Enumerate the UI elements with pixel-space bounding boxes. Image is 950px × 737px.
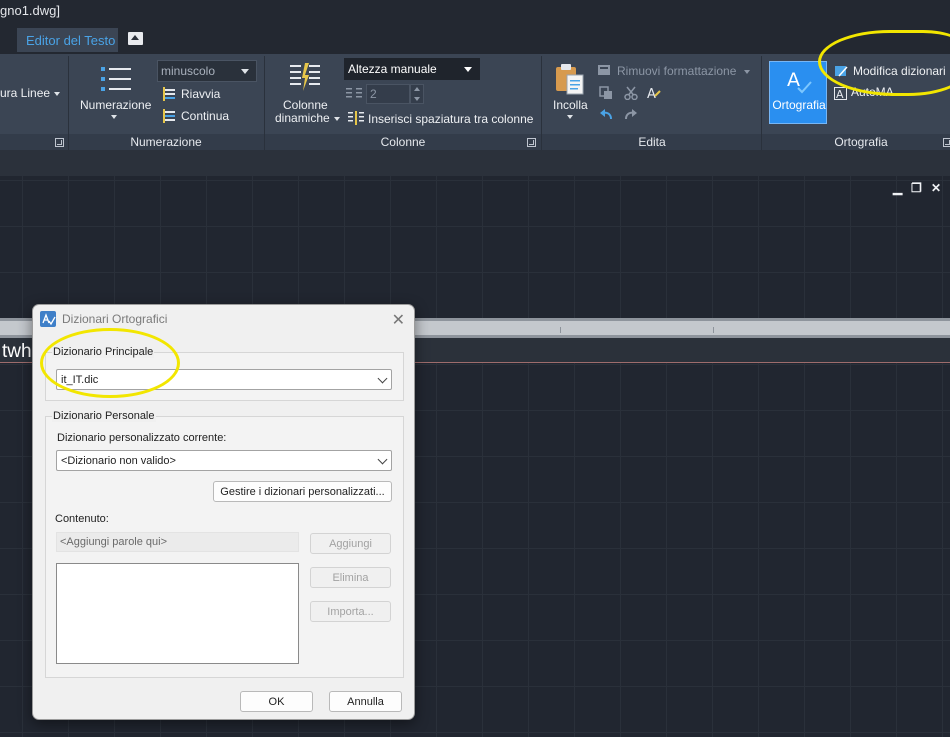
rimuovi-formattazione-button[interactable]: Rimuovi formattazione (617, 64, 751, 78)
chevron-down-icon (377, 373, 388, 384)
window-title: gno1.dwg] (0, 3, 60, 18)
toolbar-strip (0, 150, 950, 176)
automa-icon: A (834, 87, 847, 101)
chevron-down-icon (54, 91, 61, 96)
height-mode-value: Altezza manuale (348, 62, 437, 76)
panel-launcher-icon[interactable] (527, 138, 536, 147)
ortografia-label: Ortografia (772, 98, 826, 112)
remove-formatting-icon (598, 65, 610, 75)
colonne-dinamiche-button[interactable]: dinamiche (275, 111, 340, 125)
linee-button[interactable]: ura Linee (0, 86, 61, 100)
cancel-button[interactable]: Annulla (329, 691, 402, 712)
editor-text: twh (2, 341, 32, 362)
ruler-tick (560, 327, 561, 333)
rimuovi-formattazione-label: Rimuovi formattazione (617, 64, 737, 78)
cut-icon[interactable] (624, 86, 638, 100)
numbered-list-icon (101, 67, 131, 91)
current-dictionary-value: <Dizionario non valido> (61, 455, 176, 467)
spell-check-icon (42, 313, 56, 326)
colonne-dinamiche-label: dinamiche (275, 111, 330, 125)
panel-launcher-icon[interactable] (55, 138, 64, 147)
spell-check-icon: A (787, 69, 812, 94)
tab-editor-del-testo[interactable]: Editor del Testo (17, 28, 118, 52)
dialog-close-icon[interactable]: ✕ (392, 310, 405, 330)
insert-spacing-icon (348, 111, 364, 125)
chevron-down-icon (464, 67, 472, 72)
incolla-button[interactable]: Incolla (553, 98, 588, 112)
ortografia-button[interactable]: A Ortografia (769, 61, 827, 124)
close-icon[interactable]: ✕ (931, 181, 941, 195)
panel-separator (761, 56, 762, 150)
title-bar: gno1.dwg] (0, 0, 950, 24)
continue-numbering-icon (163, 109, 175, 123)
chevron-down-icon (377, 454, 388, 465)
chevron-down-icon[interactable] (111, 115, 117, 119)
personal-dictionary-legend: Dizionario Personale (52, 410, 156, 422)
panel-separator (264, 56, 265, 150)
ribbon-collapse-icon[interactable] (128, 32, 143, 45)
redo-icon[interactable] (624, 108, 638, 122)
inserisci-spaziatura-button[interactable]: Inserisci spaziatura tra colonne (368, 112, 533, 126)
ok-button[interactable]: OK (240, 691, 313, 712)
riavvia-button[interactable]: Riavvia (181, 87, 220, 101)
panel-label-ortografia: Ortografia (834, 135, 888, 149)
dialog-app-icon (40, 311, 56, 327)
continua-button[interactable]: Continua (181, 109, 229, 123)
chevron-down-icon (241, 69, 249, 74)
word-list[interactable] (56, 563, 299, 664)
add-word-input[interactable]: <Aggiungi parole qui> (56, 532, 299, 552)
linee-label: ura Linee (0, 86, 51, 100)
height-mode-select[interactable]: Altezza manuale (344, 58, 480, 80)
chevron-down-icon (333, 116, 340, 121)
svg-text:A: A (647, 87, 656, 100)
svg-text:A: A (836, 88, 844, 101)
column-count-icon (346, 88, 362, 98)
case-select-value: minuscolo (161, 64, 216, 78)
ribbon-panel-labels: Numerazione Colonne Edita Ortografia (0, 134, 950, 150)
add-word-button[interactable]: Aggiungi (310, 533, 391, 554)
colonne-button[interactable]: Colonne (283, 98, 328, 112)
panel-label-numerazione: Numerazione (130, 135, 202, 149)
manage-dictionaries-button[interactable]: Gestire i dizionari personalizzati... (213, 481, 392, 502)
columns-icon (290, 63, 320, 91)
paste-icon (556, 64, 584, 95)
chevron-down-icon[interactable] (567, 115, 573, 119)
panel-label-edita: Edita (638, 135, 666, 149)
content-label: Contenuto: (55, 513, 109, 525)
panel-launcher-icon[interactable] (943, 138, 950, 147)
numerazione-button[interactable]: Numerazione (80, 98, 151, 112)
current-dictionary-select[interactable]: <Dizionario non valido> (56, 450, 392, 471)
highlight-circle (40, 328, 180, 398)
undo-icon[interactable] (599, 108, 613, 122)
ruler-tick (713, 327, 714, 333)
minimize-icon[interactable]: ▁ (893, 181, 902, 195)
format-painter-icon[interactable]: A (647, 86, 661, 100)
column-count-input[interactable]: 2 (366, 84, 410, 104)
current-dictionary-label: Dizionario personalizzato corrente: (57, 432, 227, 444)
dialog-title: Dizionari Ortografici (62, 312, 168, 326)
import-button[interactable]: Importa... (310, 601, 391, 622)
svg-text:A: A (787, 69, 800, 91)
case-select[interactable]: minuscolo (157, 60, 257, 82)
copy-icon[interactable] (599, 86, 613, 100)
chevron-down-icon (744, 69, 751, 74)
delete-word-button[interactable]: Elimina (310, 567, 391, 588)
restore-icon[interactable]: ❐ (911, 181, 922, 195)
panel-label-colonne: Colonne (380, 135, 426, 149)
panel-separator (68, 56, 69, 150)
ribbon-tab-bar: Editor del Testo (0, 24, 950, 54)
column-count-spinner[interactable] (410, 84, 424, 104)
restart-numbering-icon (163, 87, 175, 101)
panel-separator (541, 56, 542, 150)
